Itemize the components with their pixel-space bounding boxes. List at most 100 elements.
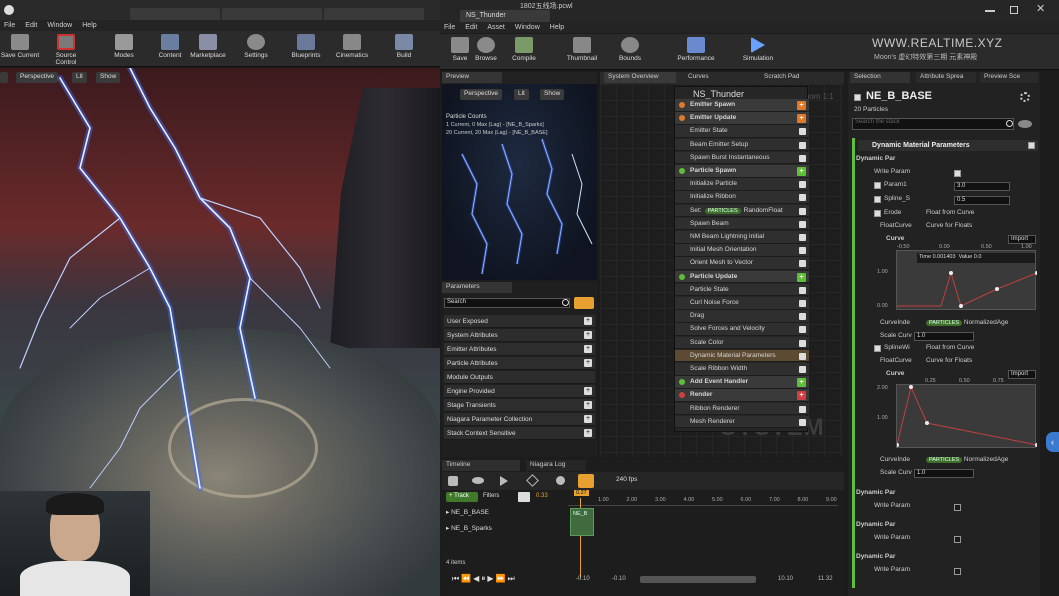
stack-module-row[interactable]: Spawn Beam	[675, 217, 809, 231]
snap-icon[interactable]	[556, 476, 565, 485]
add-icon[interactable]: +	[584, 429, 592, 437]
stack-module-row[interactable]: Spawn Burst Instantaneous	[675, 151, 809, 165]
stack-module-row[interactable]: Initial Mesh Orientation	[675, 244, 809, 257]
curve-editor[interactable]: 0.25 0.50 0.75 2.00 1.00	[877, 378, 1037, 448]
menu-asset[interactable]: Asset	[487, 24, 505, 31]
build-button[interactable]: Build	[384, 34, 424, 66]
import-dropdown[interactable]: Import	[1008, 370, 1036, 379]
write-param-checkbox[interactable]	[954, 536, 961, 543]
stack-module-row[interactable]: Set: PARTICLES RandomFloat	[675, 204, 809, 218]
save-current-button[interactable]: Save Current	[0, 34, 40, 66]
stack-module-row[interactable]: Dynamic Material Parameters	[675, 349, 809, 363]
stack-module-row[interactable]: Initialize Ribbon	[675, 191, 809, 204]
write-param-checkbox[interactable]	[954, 504, 961, 511]
module-header[interactable]: Dynamic Material Parameters	[858, 140, 1038, 151]
stack-module-row[interactable]: Drag	[675, 310, 809, 323]
stack-view-options-icon[interactable]	[1018, 120, 1032, 128]
section-header[interactable]: Dynamic Par	[856, 489, 895, 501]
add-module-icon[interactable]: +	[797, 378, 806, 388]
add-module-icon[interactable]: +	[797, 114, 806, 124]
add-icon[interactable]: +	[584, 401, 592, 409]
parameter-category[interactable]: Module Outputs	[444, 371, 595, 384]
parameters-search-input[interactable]: Search	[444, 298, 570, 308]
normalized-age-binding[interactable]: PARTICLES NormalizedAge	[926, 319, 1008, 331]
section-header[interactable]: Dynamic Par	[856, 521, 895, 533]
visibility-icon[interactable]	[574, 297, 594, 309]
stack-search-icon[interactable]	[1006, 120, 1013, 127]
compile-button[interactable]: Compile	[504, 37, 544, 69]
niagara-asset-tab[interactable]: NS_Thunder	[460, 10, 550, 22]
module-enable-checkbox[interactable]	[799, 207, 806, 215]
write-param-checkbox[interactable]	[954, 170, 961, 177]
add-module-icon[interactable]: +	[797, 167, 806, 176]
module-enable-checkbox[interactable]	[1028, 142, 1035, 149]
stack-module-row[interactable]: Particle State	[675, 283, 809, 297]
add-icon[interactable]: +	[584, 415, 592, 423]
stack-group-header[interactable]: Render +	[675, 389, 809, 402]
module-enable-checkbox[interactable]	[799, 286, 806, 294]
modes-button[interactable]: Modes	[104, 34, 144, 66]
module-enable-checkbox[interactable]	[799, 418, 806, 426]
module-enable-checkbox[interactable]	[799, 366, 806, 373]
editor-tab[interactable]	[130, 8, 220, 20]
spline-value[interactable]: 0.5	[954, 196, 1010, 205]
settings-gear-icon[interactable]	[1020, 92, 1030, 102]
stack-module-row[interactable]: Scale Ribbon Width	[675, 363, 809, 376]
range-end-2[interactable]: 11.32	[818, 576, 833, 582]
module-enable-checkbox[interactable]	[799, 141, 806, 149]
browse-button[interactable]: Browse	[466, 37, 506, 69]
menu-window[interactable]: Window	[47, 22, 72, 29]
parameter-category[interactable]: Stack Context Sensitive +	[444, 427, 595, 440]
add-module-icon[interactable]: +	[797, 391, 806, 401]
settings-button[interactable]: Settings	[236, 34, 276, 66]
stack-module-row[interactable]: Orient Mesh to Vector	[675, 257, 809, 270]
skip-back-icon[interactable]: ⏮	[452, 574, 461, 583]
timeline-scrollbar[interactable]	[640, 576, 756, 583]
blueprints-button[interactable]: Blueprints	[286, 34, 326, 66]
skip-forward-icon[interactable]: ⏭	[507, 574, 516, 583]
stack-group-header[interactable]: Particle Spawn +	[675, 165, 809, 178]
tab-attribute-spreadsheet[interactable]: Attribute Sprea	[916, 72, 976, 83]
module-enable-checkbox[interactable]	[799, 339, 806, 347]
add-module-icon[interactable]: +	[797, 272, 806, 282]
add-module-icon[interactable]: +	[797, 101, 806, 110]
range-start[interactable]: -0.10	[576, 576, 590, 582]
section-header[interactable]: Dynamic Par	[856, 553, 895, 565]
maximize-icon[interactable]	[1010, 6, 1018, 14]
menu-file[interactable]: File	[4, 22, 15, 29]
source-control-button[interactable]: Source Control	[46, 34, 86, 66]
filters-button[interactable]: Filters	[482, 492, 500, 500]
stack-module-row[interactable]: Emitter State	[675, 125, 809, 138]
module-enable-checkbox[interactable]	[799, 234, 806, 241]
menu-window[interactable]: Window	[515, 24, 540, 31]
module-enable-checkbox[interactable]	[799, 260, 806, 268]
add-icon[interactable]: +	[584, 359, 592, 367]
parameter-category[interactable]: Emitter Attributes +	[444, 343, 595, 356]
module-enable-checkbox[interactable]	[799, 181, 806, 189]
stack-module-row[interactable]: Curl Noise Force	[675, 297, 809, 310]
tab-selection[interactable]: Selection	[850, 72, 910, 83]
stack-group-header[interactable]: Add Event Handler +	[675, 376, 809, 389]
stack-group-header[interactable]: Emitter Spawn +	[675, 99, 809, 112]
magnet-icon[interactable]	[578, 474, 594, 488]
bounds-button[interactable]: Bounds	[610, 37, 650, 69]
curve-editor[interactable]: -0.50 0.00 0.50 1.00 1.00 0.00 Time 0.00…	[877, 244, 1037, 310]
range-start-2[interactable]: -0.10	[612, 576, 626, 582]
tab-preview-scene[interactable]: Preview Sce	[980, 72, 1038, 83]
menu-edit[interactable]: Edit	[465, 24, 477, 31]
fps-dropdown[interactable]: 240 fps	[616, 476, 637, 483]
timeline-search-icon[interactable]	[518, 492, 530, 502]
scale-curve-value[interactable]: 1.0	[914, 332, 974, 341]
normalized-age-binding[interactable]: PARTICLES NormalizedAge	[926, 456, 1008, 468]
param1-checkbox[interactable]	[874, 182, 881, 189]
module-enable-checkbox[interactable]	[799, 405, 806, 413]
stack-module-row[interactable]: Beam Emitter Setup	[675, 138, 809, 152]
tab-timeline[interactable]: Timeline	[442, 460, 520, 471]
import-dropdown[interactable]: Import	[1008, 235, 1036, 244]
stack-module-row[interactable]: Ribbon Renderer	[675, 402, 809, 416]
spline-width-checkbox[interactable]	[874, 345, 881, 352]
add-icon[interactable]: +	[584, 387, 592, 395]
parameter-category[interactable]: Niagara Parameter Collection +	[444, 413, 595, 426]
step-forward-icon[interactable]: ⏩	[495, 574, 507, 583]
module-enable-checkbox[interactable]	[799, 326, 806, 334]
